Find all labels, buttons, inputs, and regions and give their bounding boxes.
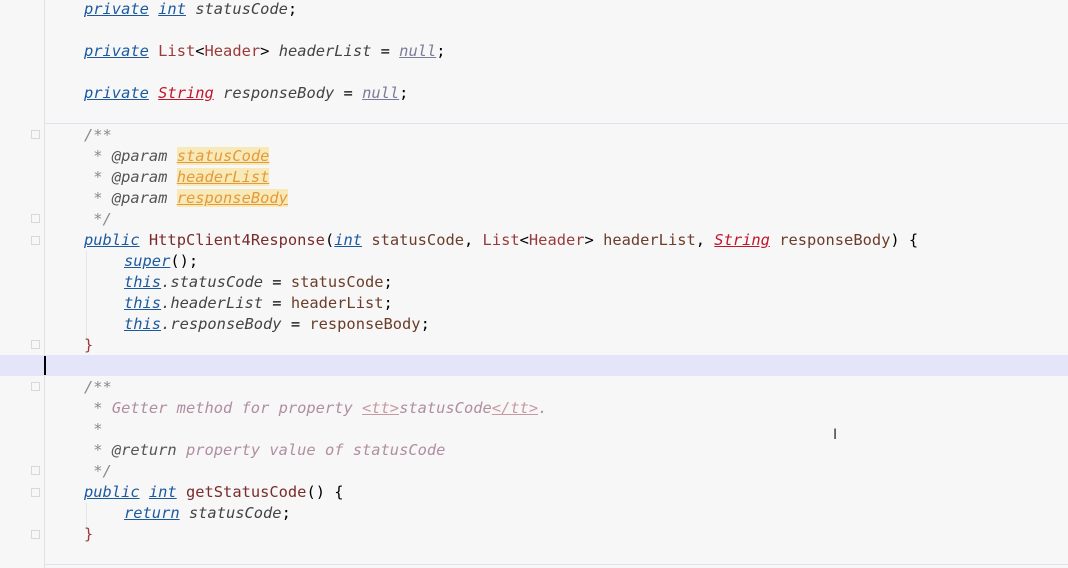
param-name: responseBody [176, 189, 288, 207]
parameter: headerList [603, 231, 696, 249]
param-name: statusCode [176, 147, 270, 165]
param-name: headerList [176, 168, 270, 186]
code-line: this.headerList = headerList; [124, 294, 393, 312]
keyword: public [84, 231, 140, 249]
code-line: } [84, 336, 94, 354]
keyword: this [124, 294, 162, 312]
javadoc-line: /** [84, 378, 112, 396]
javadoc-tag: @param [111, 189, 168, 207]
javadoc-line: * [84, 420, 103, 438]
javadoc-line: * Getter method for property <tt>statusC… [84, 399, 548, 417]
keyword: private [84, 0, 149, 18]
parameter: statusCode [290, 273, 384, 291]
method-name: HttpClient4Response [148, 231, 325, 249]
javadoc-line: /** [84, 126, 112, 144]
null-literal: null [399, 42, 437, 60]
fold-marker-icon[interactable] [31, 530, 40, 539]
method-name: getStatusCode [185, 483, 307, 501]
keyword: this [124, 273, 162, 291]
type-name: List [158, 42, 196, 60]
javadoc-tag: @return [111, 441, 177, 459]
field-name: .responseBody [161, 315, 282, 333]
code-line: } [84, 525, 94, 543]
keyword: public [84, 483, 140, 501]
code-line: private int statusCode; [84, 0, 298, 18]
field-name: .statusCode [161, 273, 264, 291]
method-separator [44, 564, 1068, 565]
fold-marker-icon[interactable] [31, 466, 40, 475]
code-line: public HttpClient4Response(int statusCod… [84, 231, 919, 249]
code-line: this.responseBody = responseBody; [124, 315, 430, 333]
keyword: private [84, 84, 149, 102]
javadoc-line: */ [84, 462, 112, 480]
keyword: int [148, 483, 177, 501]
type-name: List [482, 231, 520, 249]
javadoc-line: * @param headerList [84, 168, 270, 186]
keyword: super [124, 252, 171, 270]
javadoc-line: * @param responseBody [84, 189, 288, 207]
field-name: headerList [278, 42, 372, 60]
indent-guide [86, 251, 87, 341]
keyword: int [158, 0, 186, 18]
javadoc-tag: @param [111, 168, 168, 186]
method-separator [44, 123, 1068, 124]
type-name: Header [204, 42, 261, 60]
keyword: private [84, 42, 149, 60]
html-tag: </tt> [491, 399, 539, 417]
editor-gutter[interactable] [0, 0, 45, 568]
parameter: statusCode [371, 231, 464, 249]
code-line: private String responseBody = null; [84, 84, 409, 102]
code-line: private List<Header> headerList = null; [84, 42, 446, 60]
keyword: int [334, 231, 363, 249]
null-literal: null [362, 84, 400, 102]
field-name: responseBody [223, 84, 335, 102]
fold-marker-icon[interactable] [31, 214, 40, 223]
text-caret [44, 356, 46, 375]
fold-marker-icon[interactable] [31, 488, 40, 497]
html-tag: <tt> [362, 399, 400, 417]
parameter: responseBody [779, 231, 891, 249]
keyword: this [124, 315, 162, 333]
javadoc-line: * @param statusCode [84, 147, 270, 165]
field-name: statusCode [195, 0, 288, 18]
field-name: .headerList [161, 294, 264, 312]
javadoc-line: * @return property value of statusCode [84, 441, 446, 459]
fold-marker-icon[interactable] [31, 130, 40, 139]
javadoc-tag: @param [111, 147, 168, 165]
fold-marker-icon[interactable] [31, 340, 40, 349]
code-line: super(); [124, 252, 199, 270]
keyword: return [124, 504, 180, 522]
type-name: String [714, 231, 770, 249]
code-line: public int getStatusCode() { [84, 483, 344, 501]
code-line: return statusCode; [124, 504, 291, 522]
type-name: String [158, 84, 214, 102]
code-line: this.statusCode = statusCode; [124, 273, 393, 291]
field-name: statusCode [188, 504, 282, 522]
parameter: headerList [290, 294, 384, 312]
parameter: responseBody [309, 315, 421, 333]
fold-marker-icon[interactable] [31, 382, 40, 391]
javadoc-line: */ [84, 210, 112, 228]
current-line-highlight [0, 355, 1068, 376]
type-name: Header [528, 231, 585, 249]
text-cursor-icon: I [833, 427, 838, 443]
fold-marker-icon[interactable] [31, 236, 40, 245]
